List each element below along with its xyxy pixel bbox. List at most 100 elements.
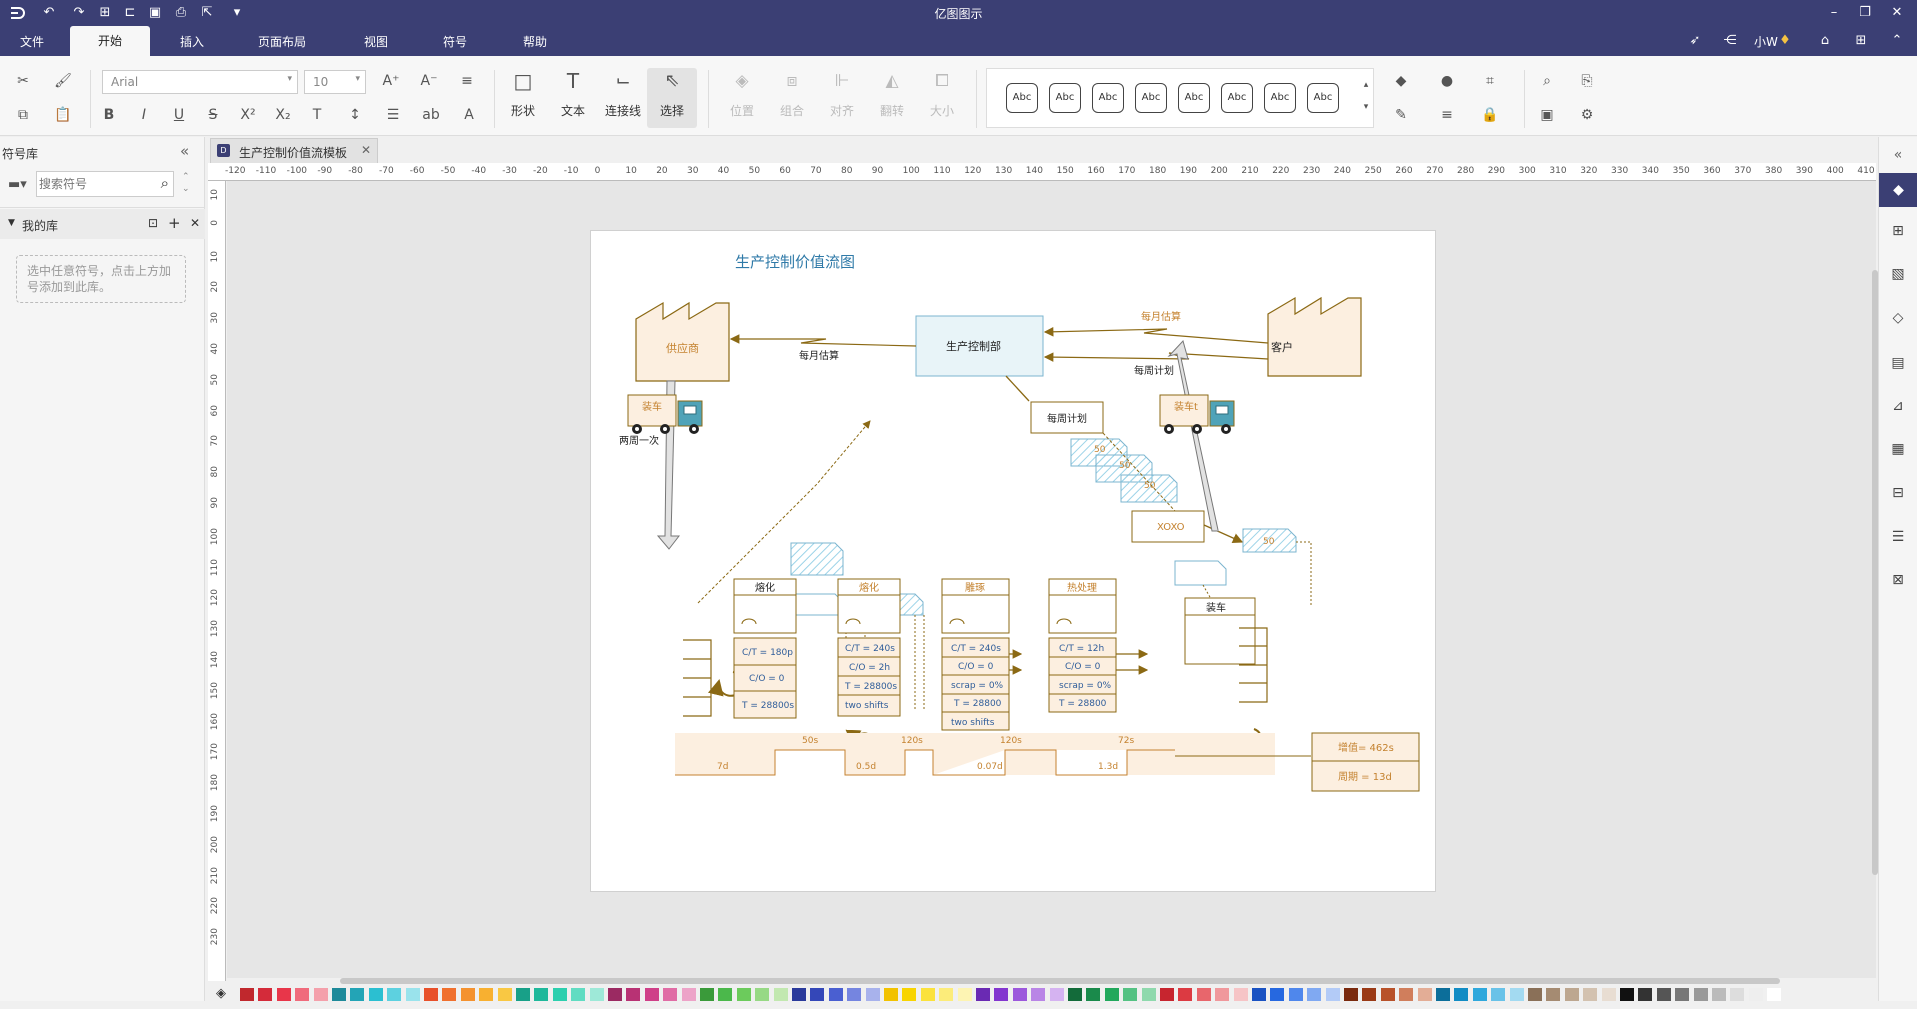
color-swatch[interactable] [442,988,457,1001]
color-swatch[interactable] [1564,988,1579,1001]
color-swatch[interactable] [1049,988,1064,1001]
color-swatch[interactable] [424,988,438,1001]
color-swatch[interactable] [1417,988,1432,1001]
color-swatch[interactable] [736,988,751,1001]
menu-insert[interactable]: 插入 [180,33,204,50]
menu-help[interactable]: 帮助 [523,33,547,50]
connector-tool-icon[interactable]: ⌙ [612,70,634,92]
color-swatch[interactable] [1767,988,1782,1001]
page-panel-icon[interactable]: ▤ [1888,353,1908,373]
color-swatch[interactable] [865,988,880,1001]
color-swatch[interactable] [976,988,990,1001]
color-swatch[interactable] [516,988,530,1001]
color-swatch[interactable] [920,988,935,1001]
find-icon[interactable]: ⌕ [1536,70,1558,92]
color-swatch[interactable] [589,988,604,1001]
color-swatch[interactable] [644,988,659,1001]
signal-kanban-1[interactable] [790,542,844,576]
expand-icon[interactable]: ▼ [8,218,15,228]
color-swatch[interactable] [773,988,788,1001]
style-swatch-4[interactable]: Abc [1135,83,1167,113]
text-case-icon[interactable]: T [306,104,328,126]
paste-icon[interactable]: 📋 [52,104,74,126]
crop-icon[interactable]: ⌗ [1479,70,1501,92]
color-swatch[interactable] [405,988,420,1001]
chart-panel-icon[interactable]: ⊿ [1888,396,1908,416]
size-label[interactable]: 大小 [917,102,967,119]
select-tool-label[interactable]: 选择 [647,102,697,119]
color-swatch[interactable] [1638,988,1653,1001]
color-swatch[interactable] [1399,988,1414,1001]
theme-icon[interactable]: ⌂ [1816,32,1834,50]
italic-icon[interactable]: I [133,104,155,126]
menu-file[interactable]: 文件 [20,33,44,50]
vertical-scrollbar[interactable] [1872,270,1878,875]
fill-bucket-icon[interactable]: ◈ [216,986,226,1001]
shape-tool-label[interactable]: 形状 [498,102,548,119]
color-swatch[interactable] [497,988,512,1001]
color-swatch[interactable] [1712,988,1726,1001]
color-swatch[interactable] [1104,988,1119,1001]
style-swatch-6[interactable]: Abc [1221,83,1253,113]
format-panel-icon[interactable]: ☰ [1888,527,1908,547]
lock-icon[interactable]: 🔒 [1479,104,1501,126]
line-style-icon[interactable]: ≡ [1436,104,1458,126]
color-swatch[interactable] [1583,988,1598,1001]
shadow-icon[interactable]: ● [1436,70,1458,92]
bold-icon[interactable]: B [98,104,120,126]
color-swatch[interactable] [700,988,714,1001]
color-swatch[interactable] [1252,988,1266,1001]
color-swatch[interactable] [1086,988,1101,1001]
connector-tool-label[interactable]: 连接线 [598,102,648,119]
color-swatch[interactable] [1656,988,1671,1001]
style-swatch-1[interactable]: Abc [1006,83,1038,113]
color-swatch[interactable] [1436,988,1450,1001]
color-swatch[interactable] [1380,988,1395,1001]
decrease-font-icon[interactable]: A⁻ [418,70,440,92]
color-swatch[interactable] [1233,988,1248,1001]
color-swatch[interactable] [1178,988,1193,1001]
copy-icon[interactable]: ⧉ [12,104,34,126]
color-swatch[interactable] [1675,988,1690,1001]
text-style-icon[interactable]: ab [420,104,442,126]
customer-plan-arrow[interactable] [1043,352,1269,362]
size-icon[interactable]: ⧠ [931,70,953,92]
color-swatch[interactable] [1307,988,1322,1001]
line-color-icon[interactable]: ✎ [1390,104,1412,126]
style-swatch-2[interactable]: Abc [1049,83,1081,113]
more-options-icon[interactable]: ⚙ [1576,104,1598,126]
superscript-icon[interactable]: X² [237,104,259,126]
menu-home[interactable]: 开始 [70,26,151,56]
color-swatch[interactable] [755,988,770,1001]
customer-truck-icon[interactable] [1159,394,1235,434]
color-swatch[interactable] [957,988,972,1001]
bullet-list-icon[interactable]: ☰ [382,104,404,126]
color-swatch[interactable] [902,988,917,1001]
color-swatch[interactable] [792,988,806,1001]
signal-kanban-2[interactable] [790,593,844,616]
color-swatch[interactable] [847,988,862,1001]
color-swatch[interactable] [1196,988,1211,1001]
publish-icon[interactable]: ➶ [1686,32,1704,50]
fit-page-icon[interactable]: ▣ [1536,104,1558,126]
subscript-icon[interactable]: X₂ [272,104,294,126]
close-icon[interactable]: ✕ [1888,4,1906,22]
color-swatch[interactable] [1141,988,1156,1001]
color-swatch[interactable] [295,988,310,1001]
color-swatch[interactable] [1748,988,1763,1001]
color-swatch[interactable] [313,988,328,1001]
minimize-icon[interactable]: – [1825,4,1843,22]
document-tab[interactable]: D 生产控制价值流模板 ✕ [210,138,378,164]
color-swatch[interactable] [479,988,494,1001]
color-swatch[interactable] [939,988,954,1001]
navigator-panel-icon[interactable]: ⊠ [1888,570,1908,590]
close-library-icon[interactable]: ✕ [190,216,200,230]
restore-icon[interactable]: ❐ [1856,4,1874,22]
user-name[interactable]: 小W [1754,33,1778,50]
style-swatch-8[interactable]: Abc [1307,83,1339,113]
customer-factory[interactable] [1267,296,1362,377]
fill-icon[interactable]: ◆ [1390,70,1412,92]
supplier-truck-icon[interactable] [627,394,703,434]
data-panel-icon[interactable]: ⊟ [1888,483,1908,503]
table-panel-icon[interactable]: ▦ [1888,439,1908,459]
